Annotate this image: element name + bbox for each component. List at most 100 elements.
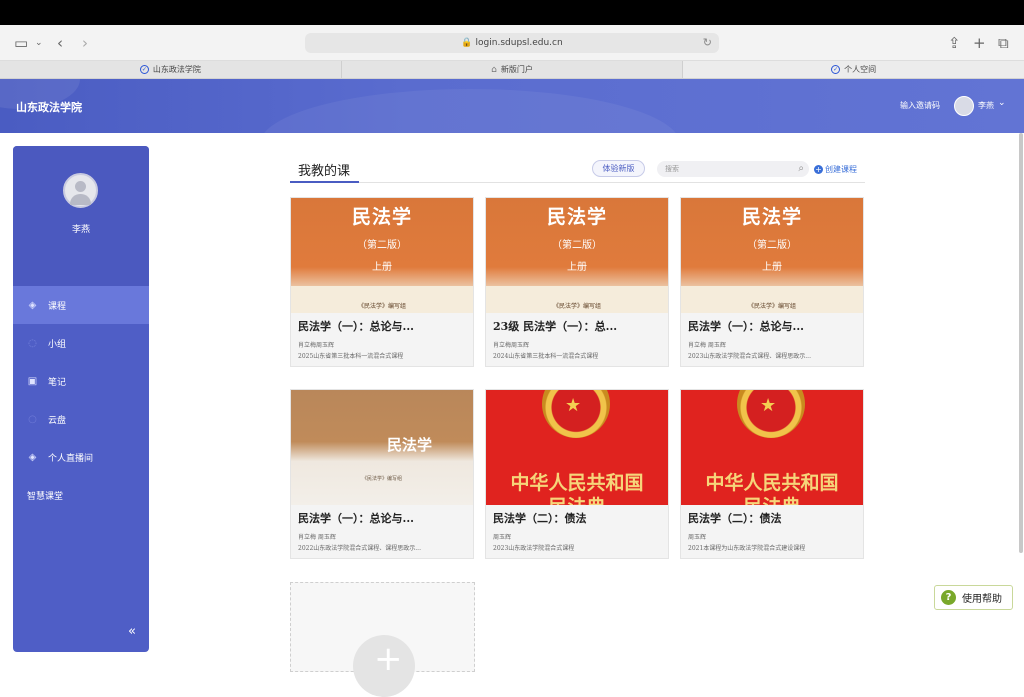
cover-volume: 上册 (567, 262, 587, 273)
sidebar-item-label: 笔记 (48, 377, 67, 388)
cover-title: 民法学 (741, 206, 802, 228)
cover-title: 中华人民共和国 (510, 472, 644, 494)
cloud-icon: ○ (28, 413, 37, 425)
cover-author: 《民法学》编写组 (361, 476, 402, 482)
course-description: 2022山东政法学院混合式课程、课程思政示... (298, 545, 421, 552)
note-icon: ▣ (27, 375, 38, 387)
sidebar-item-smart-classroom[interactable]: 智慧课堂 (13, 476, 149, 514)
chevron-down-icon[interactable]: ⌄ (35, 34, 43, 52)
course-card[interactable]: 民法学 （第二版） 上册 《民法学》编写组 民法学（一）：总论与... 肖立梅 … (680, 197, 864, 367)
sidebar: 李燕 ◈ 课程 ◌ 小组 ▣ 笔记 ○ 云盘 ◈ 个人直播间 智慧课堂 « (13, 146, 149, 652)
cover-title: 民法学 (387, 436, 433, 454)
course-title[interactable]: 23级 民法学（一）：总... (493, 318, 665, 334)
tab-portal[interactable]: ⌂ 新版门户 (342, 61, 684, 78)
course-title[interactable]: 民法学（一）：总论与... (298, 510, 470, 526)
course-cover[interactable]: 民法学 （第二版） 上册 《民法学》编写组 (681, 198, 863, 313)
course-description: 2024山东省第三批本科一流混合式课程 (493, 353, 599, 360)
plus-icon: + (814, 165, 823, 174)
site-brand[interactable]: 山东政法学院 (16, 99, 82, 115)
chevron-down-icon[interactable]: ⌄ (998, 98, 1006, 108)
sidebar-toggle-icon[interactable]: ▭ (14, 34, 28, 52)
page-scrollbar[interactable] (1019, 133, 1023, 553)
sidebar-item-label: 课程 (48, 301, 67, 312)
tab-personal-space[interactable]: ✓ 个人空间 (683, 61, 1024, 78)
title-active-indicator (290, 181, 359, 183)
sidebar-item-group[interactable]: ◌ 小组 (13, 324, 149, 362)
browser-tabs: ✓ 山东政法学院 ⌂ 新版门户 ✓ 个人空间 (0, 61, 1024, 79)
new-tab-icon[interactable]: + (973, 34, 986, 52)
share-icon[interactable]: ⇪ (948, 34, 961, 52)
page-title[interactable]: 我教的课 (298, 160, 350, 179)
course-title[interactable]: 民法学（一）：总论与... (298, 318, 470, 334)
course-title[interactable]: 民法学（一）：总论与... (688, 318, 860, 334)
course-description: 2021本课程为山东政法学院混合式建设课程 (688, 545, 806, 552)
course-teacher: 周玉辉 (493, 534, 512, 541)
course-title[interactable]: 民法学（二）：债法 (493, 510, 665, 526)
group-icon: ◌ (28, 337, 37, 349)
course-card[interactable]: 中华人民共和国 民法典 民法学（二）：债法 周玉辉 2023山东政法学院混合式课… (485, 389, 669, 559)
add-course-card[interactable] (290, 582, 475, 697)
title-divider (290, 182, 865, 183)
header-user-name[interactable]: 李燕 (978, 100, 994, 111)
course-teacher: 肖立梅 周玉辉 (298, 534, 336, 541)
site-check-icon: ✓ (831, 65, 841, 74)
back-icon[interactable]: ‹ (57, 34, 63, 52)
live-icon: ◈ (28, 451, 37, 463)
try-new-version-button[interactable]: 体验新版 (592, 160, 645, 177)
course-description: 2023山东政法学院混合式课程 (493, 545, 575, 552)
address-url: login.sdupsl.edu.cn (475, 38, 563, 48)
lock-icon: 🔒 (461, 38, 473, 48)
sidebar-user-name: 李燕 (71, 225, 90, 235)
reload-icon[interactable]: ↻ (703, 33, 712, 53)
invite-code-link[interactable]: 输入邀请码 (900, 100, 940, 111)
course-icon: ◈ (28, 299, 37, 311)
cover-title: 民法学 (546, 206, 607, 228)
course-cover[interactable]: 民法学 （第二版） 上册 《民法学》编写组 (291, 198, 473, 313)
course-cover[interactable]: 民法学 （第二版） 上册 《民法学》编写组 (486, 198, 668, 313)
header-decoration (260, 89, 680, 133)
site-check-icon: ✓ (139, 65, 149, 74)
cover-volume: 上册 (762, 262, 782, 273)
sidebar-avatar[interactable] (63, 173, 98, 208)
course-teacher: 肖立梅周玉辉 (298, 342, 335, 349)
cover-subtitle: 民法典 (486, 492, 668, 505)
course-cover[interactable]: 民法学 《民法学》编写组 (291, 390, 473, 505)
tab-label: 新版门户 (500, 65, 533, 74)
help-button[interactable]: ? 使用帮助 (934, 585, 1013, 610)
sidebar-item-cloud[interactable]: ○ 云盘 (13, 400, 149, 438)
course-card[interactable]: 中华人民共和国 民法典 民法学（二）：债法 周玉辉 2021本课程为山东政法学院… (680, 389, 864, 559)
forward-icon[interactable]: › (82, 34, 88, 52)
sidebar-item-label: 智慧课堂 (27, 491, 64, 502)
course-teacher: 周玉辉 (688, 534, 707, 541)
course-cover[interactable]: 中华人民共和国 民法典 (486, 390, 668, 505)
course-card[interactable]: 民法学 （第二版） 上册 《民法学》编写组 23级 民法学（一）：总... 肖立… (485, 197, 669, 367)
cover-author: 《民法学》编写组 (552, 303, 601, 310)
create-course-button[interactable]: + 创建课程 (814, 164, 857, 175)
cover-author: 《民法学》编写组 (747, 303, 796, 310)
avatar[interactable] (954, 96, 974, 116)
search-icon[interactable]: ⌕ (798, 161, 804, 177)
course-card[interactable]: 民法学 （第二版） 上册 《民法学》编写组 民法学（一）：总论与... 肖立梅周… (290, 197, 474, 367)
course-description: 2023山东政法学院混合式课程、课程思政示... (688, 353, 811, 360)
cover-edition: （第二版） (747, 240, 797, 251)
national-emblem-icon (737, 390, 805, 438)
course-teacher: 肖立梅周玉辉 (493, 342, 530, 349)
sidebar-item-live[interactable]: ◈ 个人直播间 (13, 438, 149, 476)
question-icon: ? (941, 590, 956, 605)
search-placeholder: 搜索 (665, 165, 679, 173)
course-card[interactable]: 民法学 《民法学》编写组 民法学（一）：总论与... 肖立梅 周玉辉 2022山… (290, 389, 474, 559)
tab-sdupsl[interactable]: ✓ 山东政法学院 (0, 61, 342, 78)
sidebar-item-label: 云盘 (48, 415, 67, 426)
add-course-plus-icon[interactable] (353, 635, 415, 697)
course-title[interactable]: 民法学（二）：债法 (688, 510, 860, 526)
address-bar[interactable]: 🔒 login.sdupsl.edu.cn ↻ (305, 33, 719, 53)
cover-volume: 上册 (372, 262, 392, 273)
course-cover[interactable]: 中华人民共和国 民法典 (681, 390, 863, 505)
tab-overview-icon[interactable]: ⧉ (998, 34, 1009, 52)
search-input[interactable]: 搜索 ⌕ (657, 161, 809, 177)
site-header: 山东政法学院 输入邀请码 李燕 ⌄ (0, 79, 1024, 133)
collapse-sidebar-icon[interactable]: « (128, 624, 136, 639)
sidebar-item-notes[interactable]: ▣ 笔记 (13, 362, 149, 400)
sidebar-item-course[interactable]: ◈ 课程 (13, 286, 149, 324)
menu-bar-strip (0, 0, 1024, 25)
